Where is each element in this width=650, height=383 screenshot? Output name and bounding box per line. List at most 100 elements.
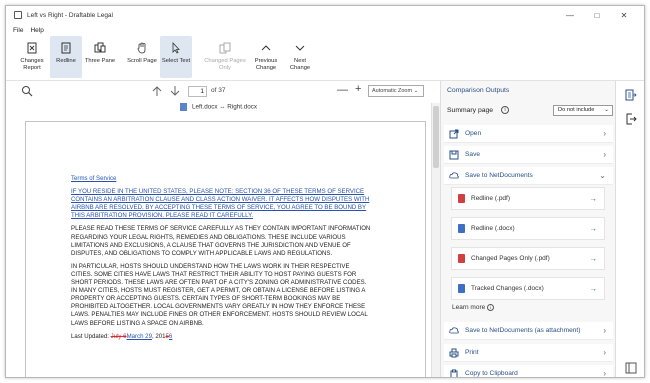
- page-number-input[interactable]: 1: [188, 86, 207, 97]
- printer-icon: [449, 348, 459, 357]
- previous-change-label: Previous Change: [254, 58, 278, 71]
- previous-change-button[interactable]: Previous Change: [250, 36, 282, 78]
- learn-more-link[interactable]: Learn more i: [452, 304, 495, 312]
- redline-docx-label: Redline (.docx): [471, 225, 515, 232]
- doc-paragraph: IN PARTICULAR, HOSTS SHOULD UNDERSTAND H…: [71, 262, 368, 327]
- changed-pages-pdf-option[interactable]: Changed Pages Only (.pdf) →: [451, 247, 605, 270]
- zoom-select[interactable]: Automatic Zoom ⌄: [368, 85, 424, 97]
- cloud-upload-icon: [449, 171, 459, 178]
- search-icon[interactable]: [21, 85, 33, 97]
- zoom-select-value: Automatic Zoom: [372, 88, 413, 94]
- info-icon: i: [487, 304, 495, 311]
- document-filename-row: Left.docx ↔ Right.docx: [6, 103, 431, 116]
- title-bar: Left vs Right - Draftable Legal — □ ✕: [6, 6, 644, 24]
- cloud-upload-icon: [449, 326, 459, 333]
- info-icon[interactable]: i: [501, 106, 509, 114]
- tracked-changes-docx-label: Tracked Changes (.docx): [471, 285, 544, 292]
- comparison-outputs-panel: Comparison Outputs Summary page i Do not…: [440, 81, 615, 377]
- zoom-in-button[interactable]: +: [355, 83, 361, 95]
- changed-pages-icon: [219, 42, 231, 54]
- redline-button[interactable]: Redline: [50, 36, 82, 78]
- select-text-label: Select Text: [161, 58, 191, 64]
- chevron-down-icon: ⌄: [599, 171, 606, 180]
- open-option[interactable]: Open ›: [444, 125, 613, 143]
- minimize-button[interactable]: —: [557, 6, 583, 24]
- document-toolbar: 1 of 37 — + Automatic Zoom ⌄: [6, 81, 436, 103]
- copy-to-clipboard-option[interactable]: Copy to Clipboard ›: [444, 365, 613, 377]
- docx-file-icon: [458, 224, 465, 233]
- open-icon: [449, 129, 459, 138]
- changed-pages-only-button[interactable]: Changed Pages Only: [202, 36, 248, 78]
- save-to-netdocuments-attachment-label: Save to NetDocuments (as attachment): [465, 327, 581, 334]
- redline-docx-option[interactable]: Redline (.docx) →: [451, 217, 605, 240]
- doc-last-updated: Last Updated: July 6March 29, 20156: [71, 333, 371, 341]
- changed-pages-only-label: Changed Pages Only: [204, 58, 246, 71]
- chevron-right-icon: ›: [603, 326, 606, 335]
- exit-icon[interactable]: [625, 113, 637, 125]
- open-label: Open: [465, 130, 482, 137]
- panel-title: Comparison Outputs: [447, 87, 510, 94]
- arrow-right-icon: →: [589, 284, 598, 293]
- redline-pdf-label: Redline (.pdf): [471, 195, 511, 202]
- summary-page-select[interactable]: Do not include ⌄: [553, 105, 613, 116]
- app-window: Left vs Right - Draftable Legal — □ ✕ Fi…: [5, 5, 645, 378]
- changes-report-button[interactable]: Changes Report: [16, 36, 48, 78]
- chevron-down-icon: ⌄: [413, 88, 419, 94]
- save-label: Save: [465, 151, 481, 158]
- doc-paragraph: PLEASE READ THESE TERMS OF SERVICE CAREF…: [71, 225, 371, 257]
- changed-pages-pdf-label: Changed Pages Only (.pdf): [471, 255, 550, 262]
- arrow-right-icon: →: [589, 224, 598, 233]
- next-change-label: Next Change: [289, 58, 311, 71]
- scrollbar-thumb[interactable]: [433, 106, 439, 168]
- save-option[interactable]: Save ›: [444, 146, 613, 164]
- select-text-button[interactable]: Select Text: [160, 36, 192, 78]
- arrow-right-icon: →: [589, 194, 598, 203]
- chevron-right-icon: ›: [603, 150, 606, 159]
- print-label: Print: [465, 349, 479, 356]
- save-to-netdocuments-label: Save to NetDocuments: [465, 172, 533, 179]
- doc-heading: Terms of Service: [71, 175, 117, 182]
- chevron-right-icon: ›: [603, 348, 606, 357]
- save-icon: [449, 150, 459, 159]
- redline-pdf-option[interactable]: Redline (.pdf) →: [451, 187, 605, 210]
- three-pane-icon: [94, 42, 106, 53]
- menu-bar: File Help: [6, 24, 51, 36]
- save-to-netdocuments-option[interactable]: Save to NetDocuments ⌄: [444, 167, 613, 185]
- scroll-page-button[interactable]: Scroll Page: [126, 36, 158, 78]
- comparison-outputs-icon[interactable]: [625, 89, 637, 101]
- page-count: of 37: [211, 87, 226, 94]
- last-updated-label: Last Updated:: [71, 332, 111, 340]
- window-title: Left vs Right - Draftable Legal: [27, 11, 113, 19]
- next-page-icon[interactable]: [169, 85, 181, 97]
- summary-page-label: Summary page: [447, 107, 494, 114]
- next-change-button[interactable]: Next Change: [284, 36, 316, 78]
- deleted-text: July 6: [110, 332, 127, 340]
- document-content: Terms of Service IF YOU RESIDE IN THE UN…: [71, 175, 371, 346]
- changes-report-icon: [27, 42, 37, 54]
- tracked-changes-docx-option[interactable]: Tracked Changes (.docx) →: [451, 277, 605, 300]
- panel-toggle-icon[interactable]: [625, 362, 637, 374]
- summary-page-value: Do not include: [558, 107, 595, 113]
- zoom-out-button[interactable]: —: [337, 84, 348, 96]
- scroll-page-label: Scroll Page: [127, 58, 157, 64]
- three-pane-label: Three Pane: [84, 58, 116, 64]
- three-pane-button[interactable]: Three Pane: [84, 36, 116, 78]
- chevron-right-icon: ›: [603, 129, 606, 138]
- copy-to-clipboard-label: Copy to Clipboard: [465, 370, 518, 377]
- maximize-button[interactable]: □: [584, 6, 610, 24]
- menu-help[interactable]: Help: [30, 27, 43, 34]
- last-updated-text: , 201: [151, 332, 166, 340]
- learn-more-label: Learn more: [452, 304, 486, 312]
- inserted-text: 6: [168, 332, 173, 340]
- hand-icon: [137, 42, 146, 54]
- print-option[interactable]: Print ›: [444, 344, 613, 362]
- close-button[interactable]: ✕: [611, 6, 637, 24]
- changes-report-label: Changes Report: [20, 58, 44, 71]
- ribbon: Changes Report Redline Three Pane Scroll…: [6, 36, 644, 81]
- save-to-netdocuments-attachment-option[interactable]: Save to NetDocuments (as attachment) ›: [444, 322, 613, 340]
- clipboard-icon: [450, 369, 458, 377]
- menu-file[interactable]: File: [13, 27, 23, 34]
- chevron-up-icon: [261, 45, 271, 51]
- previous-page-icon[interactable]: [151, 85, 163, 97]
- docx-file-icon: [179, 103, 187, 111]
